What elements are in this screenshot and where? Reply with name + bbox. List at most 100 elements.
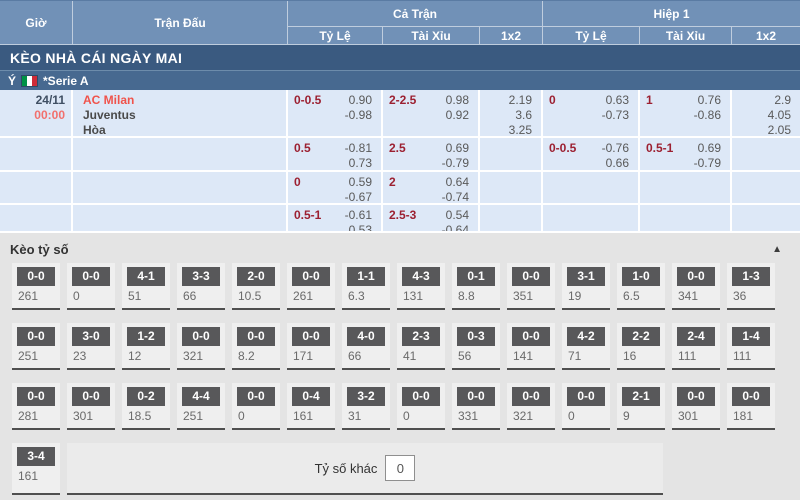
overunder-line: 2.5-3 (389, 208, 416, 231)
score-cell[interactable]: 0-0141 (507, 323, 555, 370)
score-chip: 1-1 (347, 267, 385, 286)
score-cell[interactable]: 1-336 (727, 263, 775, 310)
score-cell[interactable]: 0-0171 (287, 323, 335, 370)
score-odds: 171 (287, 346, 335, 368)
odds-value[interactable]: 0.66 (606, 156, 629, 170)
league-row[interactable]: Ý *Serie A (0, 71, 800, 90)
score-chip: 0-0 (292, 327, 330, 346)
odds-value[interactable]: 0.63 (606, 93, 629, 108)
odds-value[interactable]: 0.92 (446, 108, 469, 123)
empty-cell (73, 138, 288, 170)
score-cell[interactable]: 4-4251 (177, 383, 225, 430)
odds-value[interactable]: -0.61 (345, 208, 372, 223)
score-cell[interactable]: 0-00 (562, 383, 610, 430)
score-chip: 4-2 (567, 327, 605, 346)
score-cell[interactable]: 0-356 (452, 323, 500, 370)
score-chip: 0-0 (17, 387, 55, 406)
odds-value[interactable]: 0.69 (446, 141, 469, 156)
odds-value[interactable]: 0.64 (446, 175, 469, 190)
other-score-value-box: 0 (385, 455, 415, 481)
ft-overunder-cell: 2.5-3 0.54 -0.64 (383, 205, 480, 231)
odds-value[interactable]: 2.05 (768, 123, 791, 136)
score-cell[interactable]: 0-00 (397, 383, 445, 430)
score-chip: 0-3 (457, 327, 495, 346)
score-cell[interactable]: 1-06.5 (617, 263, 665, 310)
score-odds: 321 (507, 406, 555, 428)
odds-value[interactable]: 3.25 (509, 123, 532, 136)
score-cell[interactable]: 0-0321 (177, 323, 225, 370)
score-cell[interactable]: 4-3131 (397, 263, 445, 310)
odds-value[interactable]: 4.05 (768, 108, 791, 123)
odds-value[interactable]: 0.54 (446, 208, 469, 223)
odds-value[interactable]: -0.98 (345, 108, 372, 123)
score-cell[interactable]: 0-08.2 (232, 323, 280, 370)
odds-value[interactable]: -0.81 (345, 141, 372, 156)
odds-value[interactable]: -0.74 (442, 190, 469, 203)
score-cell[interactable]: 1-16.3 (342, 263, 390, 310)
score-cell[interactable]: 0-00 (67, 263, 115, 310)
score-cell[interactable]: 0-0301 (672, 383, 720, 430)
score-cell[interactable]: 0-0331 (452, 383, 500, 430)
odds-value[interactable]: 2.19 (509, 93, 532, 108)
score-cell[interactable]: 1-4111 (727, 323, 775, 370)
other-score-cell[interactable]: Tỷ số khác 0 (67, 443, 663, 495)
score-cell[interactable]: 4-271 (562, 323, 610, 370)
score-cell[interactable]: 0-0351 (507, 263, 555, 310)
score-chip: 0-0 (567, 387, 605, 406)
draw-label: Hòa (83, 123, 286, 136)
score-odds: 71 (562, 346, 610, 368)
score-chip: 4-1 (127, 267, 165, 286)
score-cell[interactable]: 3-023 (67, 323, 115, 370)
home-team[interactable]: AC Milan (83, 93, 286, 108)
score-cell[interactable]: 2-216 (617, 323, 665, 370)
score-odds: 0 (232, 406, 280, 428)
odds-value[interactable]: -0.86 (694, 108, 721, 123)
odds-value[interactable]: -0.67 (345, 190, 372, 203)
away-team[interactable]: Juventus (83, 108, 286, 123)
score-odds: 181 (727, 406, 775, 428)
score-cell[interactable]: 1-212 (122, 323, 170, 370)
score-cell[interactable]: 3-366 (177, 263, 225, 310)
odds-value[interactable]: 0.69 (698, 141, 721, 156)
score-cell[interactable]: 0-4161 (287, 383, 335, 430)
score-cell[interactable]: 0-0181 (727, 383, 775, 430)
score-cell[interactable]: 2-341 (397, 323, 445, 370)
odds-value[interactable]: 0.59 (349, 175, 372, 190)
score-chip: 0-0 (512, 387, 550, 406)
collapse-arrow-icon[interactable]: ▲ (772, 245, 782, 255)
score-cell[interactable]: 3-231 (342, 383, 390, 430)
odds-value[interactable]: -0.79 (442, 156, 469, 170)
odds-value[interactable]: 0.53 (349, 223, 372, 231)
score-cell[interactable]: 0-0251 (12, 323, 60, 370)
score-cell[interactable]: 0-0281 (12, 383, 60, 430)
odds-value[interactable]: -0.73 (602, 108, 629, 123)
score-cell[interactable]: 0-0321 (507, 383, 555, 430)
score-cell[interactable]: 0-0341 (672, 263, 720, 310)
odds-value[interactable]: -0.64 (442, 223, 469, 231)
score-odds: 6.3 (342, 286, 390, 308)
score-cell[interactable]: 0-0261 (287, 263, 335, 310)
score-cell[interactable]: 3-4 161 (12, 443, 60, 495)
score-cell[interactable]: 3-119 (562, 263, 610, 310)
odds-value[interactable]: 0.76 (698, 93, 721, 108)
ft-handicap-cell: 0.5 -0.81 0.73 (288, 138, 383, 170)
score-cell[interactable]: 0-00 (232, 383, 280, 430)
odds-value[interactable]: -0.76 (602, 141, 629, 156)
odds-value[interactable]: -0.79 (694, 156, 721, 170)
score-cell[interactable]: 2-4111 (672, 323, 720, 370)
score-odds: 9 (617, 406, 665, 428)
odds-value[interactable]: 0.98 (446, 93, 469, 108)
score-cell[interactable]: 4-151 (122, 263, 170, 310)
score-cell[interactable]: 4-066 (342, 323, 390, 370)
score-cell[interactable]: 0-18.8 (452, 263, 500, 310)
odds-value[interactable]: 0.90 (349, 93, 372, 108)
score-odds: 66 (177, 286, 225, 308)
score-cell[interactable]: 0-218.5 (122, 383, 170, 430)
odds-value[interactable]: 2.9 (774, 93, 791, 108)
odds-value[interactable]: 0.73 (349, 156, 372, 170)
score-cell[interactable]: 0-0261 (12, 263, 60, 310)
score-cell[interactable]: 2-19 (617, 383, 665, 430)
odds-value[interactable]: 3.6 (515, 108, 532, 123)
score-cell[interactable]: 2-010.5 (232, 263, 280, 310)
score-cell[interactable]: 0-0301 (67, 383, 115, 430)
